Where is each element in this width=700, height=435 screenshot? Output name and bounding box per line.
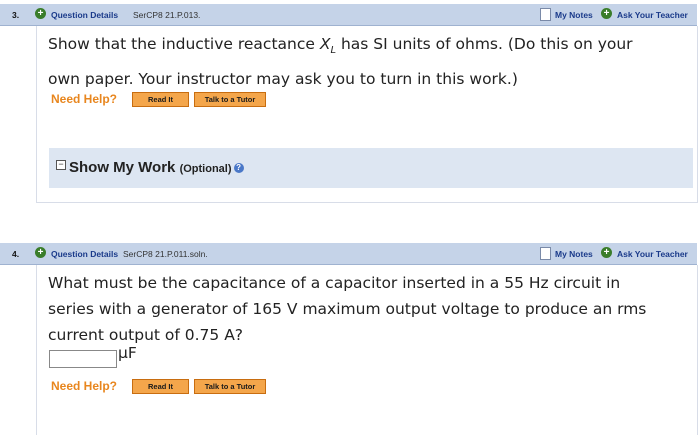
xl-symbol: X xyxy=(319,35,331,53)
q4-talk-tutor-button[interactable]: Talk to a Tutor xyxy=(194,379,266,394)
q4-ask-plus-icon[interactable]: + xyxy=(601,247,612,258)
q4-need-help-label: Need Help? xyxy=(51,379,118,393)
q3-details-expand-icon[interactable]: + xyxy=(35,8,46,19)
q4-notes-icon[interactable] xyxy=(540,247,551,260)
q4-question-details-link[interactable]: Question Details xyxy=(51,249,118,259)
q3-ask-teacher-link[interactable]: Ask Your Teacher xyxy=(617,10,688,20)
q4-question-text: What must be the capacitance of a capaci… xyxy=(48,274,647,344)
show-my-work-title[interactable]: Show My Work (Optional)? xyxy=(69,159,244,176)
answer-unit-label: μF xyxy=(118,344,137,362)
show-my-work-panel: − Show My Work (Optional)? xyxy=(49,148,693,188)
q3-number: 3. xyxy=(12,10,20,20)
q3-question-code: SerCP8 21.P.013. xyxy=(133,10,201,20)
q3-header: 3. + Question Details SerCP8 21.P.013. M… xyxy=(0,4,697,26)
q4-ask-teacher-link[interactable]: Ask Your Teacher xyxy=(617,249,688,259)
q3-question-text: Show that the inductive reactance XL has… xyxy=(48,35,633,89)
q3-need-help-label: Need Help? xyxy=(51,92,118,106)
q4-header: 4. + Question Details SerCP8 21.P.011.so… xyxy=(0,243,697,265)
q3-ask-plus-icon[interactable]: + xyxy=(601,8,612,19)
q3-read-it-button[interactable]: Read It xyxy=(132,92,189,107)
q4-question-code: SerCP8 21.P.011.soln. xyxy=(123,249,208,259)
q4-details-expand-icon[interactable]: + xyxy=(35,247,46,258)
q3-talk-tutor-button[interactable]: Talk to a Tutor xyxy=(194,92,266,107)
collapse-toggle-icon[interactable]: − xyxy=(56,160,66,170)
help-question-icon[interactable]: ? xyxy=(233,163,244,174)
q3-notes-icon[interactable] xyxy=(540,8,551,21)
capacitance-answer-input[interactable] xyxy=(49,350,117,368)
q3-my-notes-link[interactable]: My Notes xyxy=(555,10,593,20)
q3-question-details-link[interactable]: Question Details xyxy=(51,10,118,20)
q4-my-notes-link[interactable]: My Notes xyxy=(555,249,593,259)
q4-read-it-button[interactable]: Read It xyxy=(132,379,189,394)
q4-number: 4. xyxy=(12,249,20,259)
